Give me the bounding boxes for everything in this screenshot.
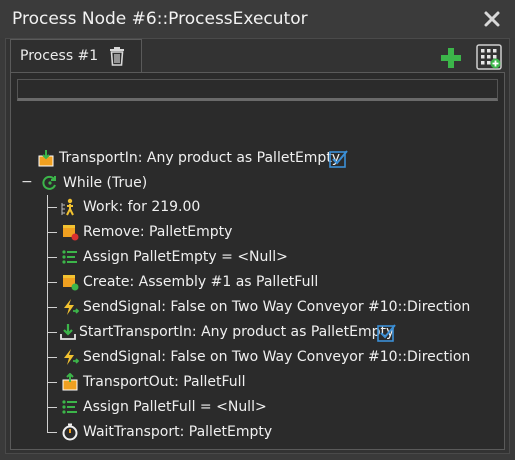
tree-connector (47, 257, 57, 258)
assign-icon (62, 400, 77, 414)
tree-item-wait-transport[interactable]: WaitTransport: PalletEmpty (61, 421, 361, 445)
grid-add-icon[interactable] (476, 44, 502, 70)
process-tree-area: TransportIn: Any product as PalletEmpty … (10, 72, 505, 450)
tree-connector (47, 282, 57, 283)
collapse-toggle[interactable]: − (21, 174, 33, 190)
worker-icon (61, 198, 74, 216)
stopwatch-icon (62, 423, 78, 441)
start-transport-in-icon (60, 324, 76, 340)
tab-process-1[interactable]: Process #1 (10, 39, 142, 73)
tree-item-transport-in[interactable]: TransportIn: Any product as PalletEmpty (37, 147, 377, 171)
close-icon[interactable] (483, 10, 501, 28)
tree-item-send-signal-1[interactable]: SendSignal: False on Two Way Conveyor #1… (61, 296, 481, 320)
tree-connector (47, 407, 57, 408)
trash-icon[interactable] (108, 46, 126, 66)
tree-connector (47, 382, 57, 383)
assign-icon (62, 250, 77, 264)
tree-item-while[interactable]: − While (True) (11, 172, 211, 196)
checkbox-checked-icon[interactable] (329, 149, 349, 169)
tree-connector (47, 307, 57, 308)
tree-item-start-transport-in[interactable]: StartTransportIn: Any product as PalletE… (60, 321, 461, 345)
plus-icon[interactable] (440, 47, 462, 69)
tree-item-label: SendSignal: False on Two Way Conveyor #1… (83, 299, 471, 315)
tree-connector (47, 357, 57, 358)
tree-item-label: SendSignal: False on Two Way Conveyor #1… (83, 349, 471, 365)
tree-item-label: While (True) (63, 175, 148, 191)
tree-item-remove[interactable]: Remove: PalletEmpty (61, 221, 361, 245)
tree-item-create[interactable]: Create: Assembly #1 as PalletFull (61, 271, 361, 295)
remove-box-icon (63, 225, 79, 241)
loop-icon (42, 175, 56, 190)
title-bar: Process Node #6::ProcessExecutor (0, 0, 515, 38)
tree-item-label: TransportOut: PalletFull (83, 374, 246, 390)
tree-connector (47, 432, 57, 433)
signal-icon (64, 299, 79, 315)
transport-out-icon (62, 373, 78, 391)
process-panel: Process #1 TransportIn: Any product as P… (5, 38, 510, 454)
process-tree: TransportIn: Any product as PalletEmpty … (11, 73, 506, 451)
tree-item-assign-pallet-full[interactable]: Assign PalletFull = <Null> (61, 396, 361, 420)
tree-connector (47, 332, 57, 333)
tree-item-label: StartTransportIn: Any product as PalletE… (79, 324, 395, 340)
tree-connector (47, 232, 57, 233)
tree-item-label: TransportIn: Any product as PalletEmpty (59, 150, 341, 166)
signal-icon (64, 349, 79, 365)
tree-item-label: Remove: PalletEmpty (83, 224, 233, 240)
tree-item-label: Assign PalletFull = <Null> (83, 399, 267, 415)
tree-item-assign-pallet-empty[interactable]: Assign PalletEmpty = <Null> (61, 246, 361, 270)
tab-label: Process #1 (20, 48, 99, 64)
checkbox-checked-icon[interactable] (377, 323, 397, 343)
tree-item-label: Assign PalletEmpty = <Null> (83, 249, 288, 265)
window-title: Process Node #6::ProcessExecutor (12, 9, 308, 29)
tree-item-label: WaitTransport: PalletEmpty (83, 424, 273, 440)
tree-item-label: Create: Assembly #1 as PalletFull (83, 274, 319, 290)
tree-connector (47, 207, 57, 208)
tree-item-label: Work: for 219.00 (83, 199, 201, 215)
tree-item-work[interactable]: Work: for 219.00 (61, 196, 361, 220)
transport-in-icon (38, 150, 54, 167)
tree-item-transport-out[interactable]: TransportOut: PalletFull (61, 371, 361, 395)
create-box-icon (63, 275, 79, 291)
tree-connector (47, 195, 48, 433)
tree-item-send-signal-2[interactable]: SendSignal: False on Two Way Conveyor #1… (61, 346, 481, 370)
